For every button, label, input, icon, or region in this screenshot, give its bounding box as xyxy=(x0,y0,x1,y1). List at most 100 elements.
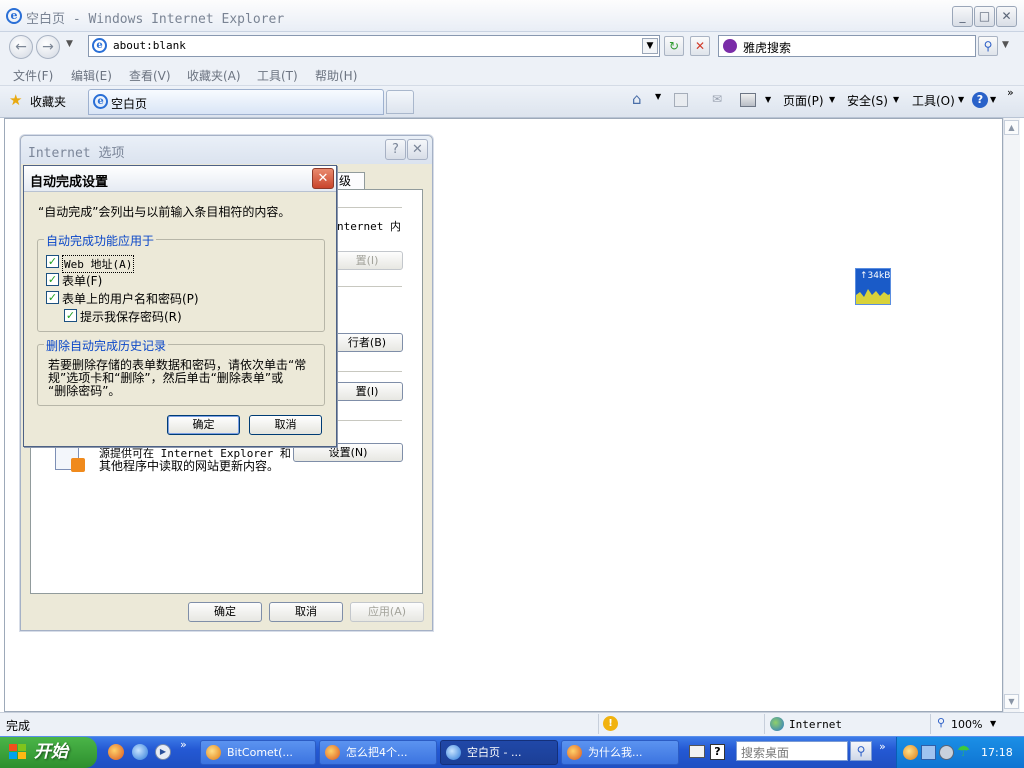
settings-tray-icon[interactable] xyxy=(939,745,954,760)
internet-options-title: Internet 选项 xyxy=(28,146,125,161)
forms-checkbox[interactable]: ✓ xyxy=(46,273,59,286)
forms-label[interactable]: 表单(F) xyxy=(62,272,102,289)
address-input[interactable]: about:blank xyxy=(113,39,186,52)
mail-icon[interactable]: ✉ xyxy=(712,92,722,106)
back-button[interactable]: ← xyxy=(9,35,33,59)
menu-help[interactable]: 帮助(H) xyxy=(315,67,357,84)
ie-quicklaunch-icon[interactable] xyxy=(132,744,148,760)
autocomplete-close-button[interactable]: ✕ xyxy=(312,168,334,189)
autocomplete-settings-button[interactable]: 置(I) xyxy=(331,382,403,401)
bitcomet-icon xyxy=(206,745,221,760)
menu-file[interactable]: 文件(F) xyxy=(13,67,53,84)
taskbar-item-bitcomet[interactable]: BitComet(... xyxy=(200,740,316,765)
web-address-checkbox[interactable]: ✓ xyxy=(46,255,59,268)
internet-options-title-bar[interactable]: Internet 选项 ? ✕ xyxy=(21,136,432,164)
desktop-search-placeholder: 搜索桌面 xyxy=(741,746,790,760)
close-window-button[interactable]: ✕ xyxy=(996,6,1017,27)
toolbar-overflow-icon[interactable]: » xyxy=(1007,86,1014,99)
safety-menu-button[interactable]: 安全(S) xyxy=(847,92,888,109)
minimize-button[interactable]: _ xyxy=(952,6,973,27)
scroll-up-icon[interactable]: ▲ xyxy=(1004,120,1019,135)
usernames-passwords-label[interactable]: 表单上的用户名和密码(P) xyxy=(62,290,199,307)
page-menu-button[interactable]: 页面(P) xyxy=(783,92,824,109)
favorites-button[interactable]: 收藏夹 xyxy=(30,93,66,110)
status-text: 完成 xyxy=(6,719,31,733)
firefox-icon xyxy=(567,745,582,760)
search-options-icon[interactable]: ▼ xyxy=(1002,40,1009,50)
options-apply-button[interactable]: 应用(A) xyxy=(350,602,424,622)
prompt-save-password-label[interactable]: 提示我保存密码(R) xyxy=(80,308,182,325)
prompt-save-password-checkbox[interactable]: ✓ xyxy=(64,309,77,322)
taskbar-item-firefox-1[interactable]: 怎么把4个... xyxy=(319,740,437,765)
ie-logo-icon: e xyxy=(6,8,22,24)
print-icon[interactable] xyxy=(740,93,756,107)
options-cancel-button[interactable]: 取消 xyxy=(269,602,343,622)
tab-advanced[interactable]: 级 xyxy=(335,172,365,190)
desktop-search-button[interactable]: ⚲ xyxy=(850,741,872,761)
feeds-icon[interactable] xyxy=(674,93,688,107)
favorites-star-icon[interactable]: ★ xyxy=(9,91,22,109)
stop-button[interactable]: ✕ xyxy=(690,36,710,56)
forward-button[interactable]: → xyxy=(36,35,60,59)
new-tab-button[interactable] xyxy=(386,90,414,114)
recent-pages-dropdown-icon[interactable]: ▼ xyxy=(66,39,73,49)
help-dropdown-icon[interactable]: ▼ xyxy=(990,95,996,104)
print-dropdown-icon[interactable]: ▼ xyxy=(765,95,771,104)
feeds-description-line2: 其他程序中读取的网站更新内容。 xyxy=(99,459,280,473)
status-divider xyxy=(930,714,931,734)
scroll-down-icon[interactable]: ▼ xyxy=(1004,694,1019,709)
autocomplete-ok-button[interactable]: 确定 xyxy=(167,415,240,435)
home-icon[interactable]: ⌂ xyxy=(632,90,642,108)
options-ok-button[interactable]: 确定 xyxy=(188,602,262,622)
autocomplete-cancel-button[interactable]: 取消 xyxy=(249,415,322,435)
warning-icon[interactable]: ! xyxy=(603,716,618,731)
vertical-scrollbar[interactable]: ▲ ▼ xyxy=(1003,118,1020,712)
menu-favorites[interactable]: 收藏夹(A) xyxy=(187,67,241,84)
taskbar-item-label: 空白页 - ... xyxy=(467,746,522,759)
bitcomet-tray-icon[interactable] xyxy=(903,745,918,760)
taskbar-item-firefox-2[interactable]: 为什么我... xyxy=(561,740,679,765)
publishers-button[interactable]: 行者(B) xyxy=(331,333,403,352)
network-speed-graph xyxy=(856,289,890,304)
tools-menu-button[interactable]: 工具(O) xyxy=(912,92,955,109)
dialog-close-button[interactable]: ✕ xyxy=(407,139,428,160)
separator xyxy=(337,420,402,421)
content-settings-button[interactable]: 置(I) xyxy=(331,251,403,270)
dialog-help-button[interactable]: ? xyxy=(385,139,406,160)
menu-view[interactable]: 查看(V) xyxy=(129,67,171,84)
tab-active[interactable]: e 空白页 xyxy=(88,89,384,115)
desktop-search-input[interactable]: 搜索桌面 xyxy=(736,741,848,761)
maximize-button[interactable]: □ xyxy=(974,6,995,27)
refresh-button[interactable]: ↻ xyxy=(664,36,684,56)
search-input[interactable]: 雅虎搜索 xyxy=(743,39,791,56)
network-tray-icon[interactable] xyxy=(921,745,936,760)
help-icon[interactable]: ? xyxy=(972,92,988,108)
search-box[interactable]: 雅虎搜索 xyxy=(718,35,976,57)
zoom-dropdown-icon[interactable]: ▼ xyxy=(990,719,996,728)
firefox-quicklaunch-icon[interactable] xyxy=(108,744,124,760)
autocomplete-title-bar[interactable]: 自动完成设置 ✕ xyxy=(24,166,336,192)
zoom-level[interactable]: 100% xyxy=(951,718,982,731)
address-dropdown-icon[interactable]: ▼ xyxy=(642,38,658,54)
home-dropdown-icon[interactable]: ▼ xyxy=(655,92,661,101)
usernames-passwords-checkbox[interactable]: ✓ xyxy=(46,291,59,304)
ie-icon xyxy=(446,745,461,760)
menu-edit[interactable]: 编辑(E) xyxy=(71,67,112,84)
taskbar-item-ie-active[interactable]: 空白页 - ... xyxy=(440,740,558,765)
quicklaunch-overflow-icon[interactable]: » xyxy=(180,738,187,751)
menu-tools[interactable]: 工具(T) xyxy=(257,67,298,84)
zoom-icon[interactable]: ⚲ xyxy=(937,716,945,729)
network-speed-widget[interactable]: ↑34kB xyxy=(855,268,891,305)
address-bar[interactable]: e about:blank ▼ xyxy=(88,35,660,57)
keyboard-icon[interactable] xyxy=(689,745,705,758)
media-player-quicklaunch-icon[interactable]: ▶ xyxy=(155,744,171,760)
autocomplete-settings-dialog: 自动完成设置 ✕ “自动完成”会列出与以前输入条目相符的内容。 自动完成功能应用… xyxy=(23,165,337,447)
clock[interactable]: 17:18 xyxy=(981,746,1013,759)
taskbar-overflow-icon[interactable]: » xyxy=(879,740,886,753)
antivirus-tray-icon[interactable]: ☂ xyxy=(957,742,970,760)
autocomplete-title: 自动完成设置 xyxy=(30,175,109,190)
search-button[interactable]: ⚲ xyxy=(978,36,998,56)
autocomplete-uses-group-label: 自动完成功能应用于 xyxy=(44,232,157,249)
help-tray-icon[interactable]: ? xyxy=(710,744,725,760)
web-address-label[interactable]: Web 地址(A) xyxy=(62,255,135,273)
